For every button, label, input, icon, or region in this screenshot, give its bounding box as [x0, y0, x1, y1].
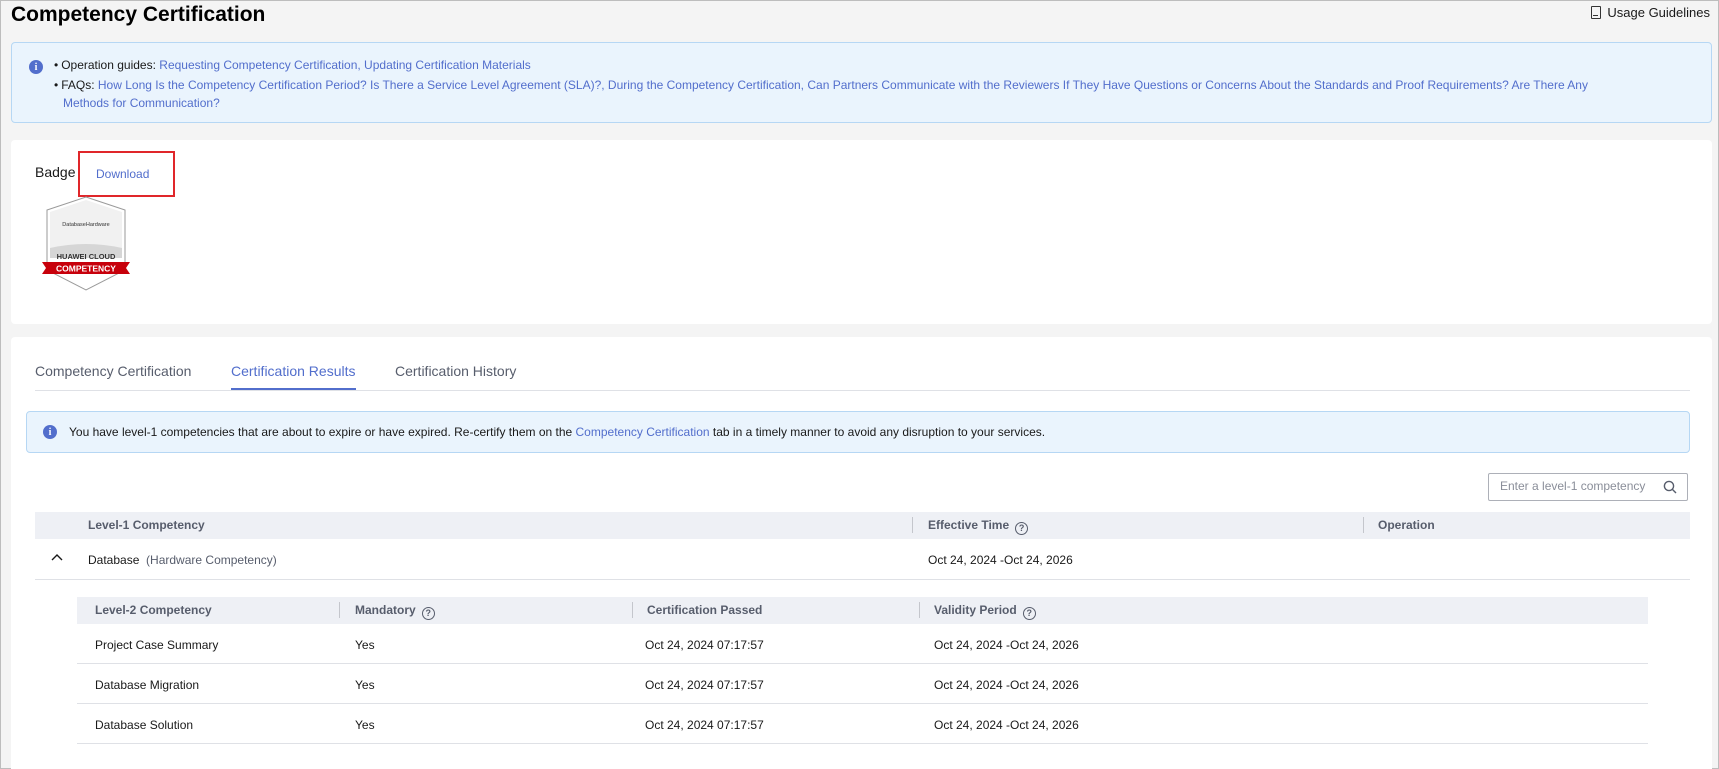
book-icon [1591, 6, 1602, 19]
page-title: Competency Certification [11, 3, 266, 26]
col-level2-competency: Level-2 Competency [95, 603, 212, 617]
faq-label: FAQs: [61, 78, 95, 92]
certification-card: Competency Certification Certification R… [11, 337, 1712, 769]
col-mandatory: Mandatory? [355, 603, 435, 620]
faq-links[interactable]: How Long Is the Competency Certification… [98, 78, 1588, 92]
level2-name: Project Case Summary [95, 638, 219, 652]
effective-time-value: Oct 24, 2024 -Oct 24, 2026 [928, 553, 1073, 567]
col-level1-competency: Level-1 Competency [88, 518, 205, 532]
table-row: Database Solution Yes Oct 24, 2024 07:17… [77, 704, 1648, 744]
chevron-up-icon[interactable] [51, 553, 63, 561]
operation-guides-line: • Operation guides: Requesting Competency… [54, 58, 531, 72]
info-icon: i [43, 425, 57, 439]
level2-name: Database Migration [95, 678, 200, 692]
usage-guidelines-link[interactable]: Usage Guidelines [1591, 5, 1710, 20]
operation-guides-label: Operation guides: [61, 58, 156, 72]
usage-guidelines-label: Usage Guidelines [1607, 5, 1710, 20]
tab-competency-certification[interactable]: Competency Certification [35, 363, 191, 389]
table-row: Database (Hardware Competency) Oct 24, 2… [35, 539, 1690, 580]
competency-name: Database (Hardware Competency) [88, 553, 277, 567]
download-highlight-box: Download [78, 151, 175, 197]
search-input[interactable] [1500, 479, 1652, 493]
tab-certification-results[interactable]: Certification Results [231, 363, 356, 390]
info-icon: i [29, 60, 43, 74]
alert-text-before: You have level-1 competencies that are a… [69, 425, 576, 439]
table-row: Project Case Summary Yes Oct 24, 2024 07… [77, 624, 1648, 664]
alert-competency-link[interactable]: Competency Certification [576, 425, 710, 439]
help-icon[interactable]: ? [1015, 522, 1029, 535]
passed-value: Oct 24, 2024 07:17:57 [645, 718, 764, 732]
col-effective-time: Effective Time? [928, 518, 1029, 535]
competency-type: (Hardware Competency) [146, 553, 277, 567]
subtable-header: Level-2 Competency Mandatory? Certificat… [77, 597, 1648, 624]
mandatory-value: Yes [355, 678, 375, 692]
alert-text: You have level-1 competencies that are a… [69, 425, 1045, 439]
validity-value: Oct 24, 2024 -Oct 24, 2026 [934, 638, 1079, 652]
mandatory-value: Yes [355, 638, 375, 652]
col-operation: Operation [1378, 518, 1435, 532]
table-row: Database Migration Yes Oct 24, 2024 07:1… [77, 664, 1648, 704]
badge-card: Badge Download DatabaseHardware HUAWEI C… [11, 140, 1712, 324]
col-validity-period: Validity Period? [934, 603, 1036, 620]
tab-bar: Competency Certification Certification R… [35, 337, 1690, 391]
badge-brand-text: HUAWEI CLOUD [57, 252, 116, 261]
table-header: Level-1 Competency Effective Time? Opera… [35, 512, 1690, 539]
validity-value: Oct 24, 2024 -Oct 24, 2026 [934, 678, 1079, 692]
help-icon[interactable]: ? [1022, 607, 1036, 620]
passed-value: Oct 24, 2024 07:17:57 [645, 678, 764, 692]
search-icon[interactable] [1663, 480, 1677, 494]
level2-name: Database Solution [95, 718, 194, 732]
expiry-alert: i You have level-1 competencies that are… [26, 411, 1690, 453]
operation-guides-panel: i • Operation guides: Requesting Competen… [11, 42, 1712, 123]
tab-certification-history[interactable]: Certification History [395, 363, 516, 389]
competency-search[interactable] [1488, 473, 1688, 501]
faq-links-continued[interactable]: Methods for Communication? [54, 94, 1614, 112]
download-link[interactable]: Download [96, 167, 149, 181]
operation-guides-links[interactable]: Requesting Competency Certification, Upd… [159, 58, 531, 72]
help-icon[interactable]: ? [421, 607, 435, 620]
col-certification-passed: Certification Passed [647, 603, 763, 617]
badge-top-text: DatabaseHardware [62, 222, 109, 228]
mandatory-value: Yes [355, 718, 375, 732]
faq-line: • FAQs: How Long Is the Competency Certif… [54, 76, 1614, 112]
competency-badge-image: DatabaseHardware HUAWEI CLOUD COMPETENCY [42, 196, 130, 291]
passed-value: Oct 24, 2024 07:17:57 [645, 638, 764, 652]
badge-ribbon-text: COMPETENCY [56, 264, 116, 274]
validity-value: Oct 24, 2024 -Oct 24, 2026 [934, 718, 1079, 732]
badge-label: Badge [35, 164, 76, 180]
alert-text-after: tab in a timely manner to avoid any disr… [709, 425, 1046, 439]
